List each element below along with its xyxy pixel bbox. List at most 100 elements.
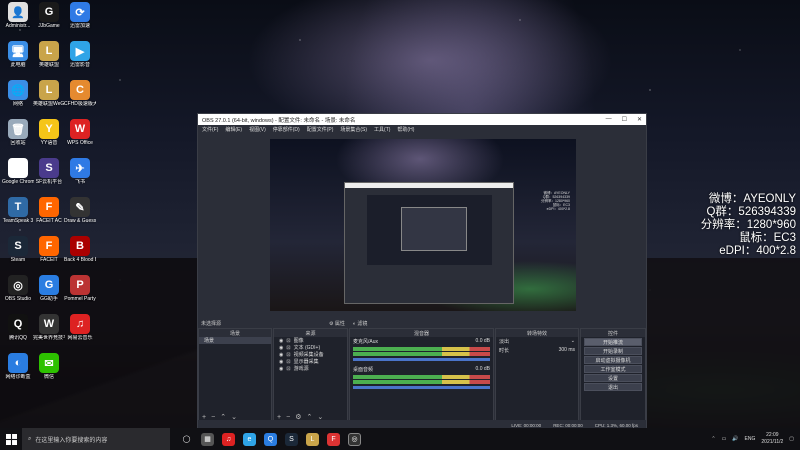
obs-preview[interactable]: 微博：AYEONLY Q群：526394339 分辨率：1280*960 鼠标：EC3… <box>270 139 576 311</box>
taskbar-app-icon[interactable]: Q <box>264 432 277 446</box>
desktop-icon[interactable]: ♫ 网易云音乐 <box>64 314 96 341</box>
desktop-icon[interactable]: ✉ 微信 <box>33 353 65 380</box>
duration-field[interactable]: 300 ms <box>559 347 575 354</box>
network-icon[interactable]: ▭ <box>722 436 727 442</box>
source-item[interactable]: ◉ ⊡ 图像 <box>274 337 347 345</box>
source-item[interactable]: ◉ ⊡ 视频采集设备 <box>274 351 347 359</box>
netease-music-icon[interactable]: ♫ <box>222 432 235 446</box>
desktop-icon[interactable]: 🗑 回收站 <box>2 119 34 146</box>
properties-button[interactable]: ⚙ 属性 <box>329 320 345 327</box>
obs-titlebar[interactable]: OBS 27.0.1 (64-bit, windows) - 配置文件: 未命名… <box>198 114 646 125</box>
volume-icon[interactable]: 🔊 <box>732 436 738 442</box>
source-item[interactable]: ◉ ⊡ 显示器采集 <box>274 358 347 366</box>
app-icon: T <box>8 197 28 217</box>
desktop-icon[interactable]: ✈ 飞书 <box>64 158 96 185</box>
transitions-dock[interactable]: 转场特效 淡出 ⌄ 时长 300 ms <box>495 328 579 423</box>
desktop-icon[interactable]: S SF云机平台 <box>33 158 65 185</box>
desktop-icon[interactable]: ⟳ 迅雷加速 <box>64 2 96 29</box>
desktop-icon[interactable]: T TeamSpeak 3 <box>2 197 34 224</box>
control-button[interactable]: 设置 <box>584 374 642 382</box>
taskbar-app-icon[interactable]: ▦ <box>201 432 214 446</box>
desktop-icon[interactable]: BBack 4 Blood Beta <box>64 236 96 263</box>
mixer-dock[interactable]: 混音器 麦克风/Aux 0.0 dB 桌面音频 0.0 dB <box>349 328 494 423</box>
desktop-icon-label: Administr... <box>5 23 31 29</box>
desktop-icon[interactable]: G JJbGame <box>33 2 65 29</box>
menu-item[interactable]: 视图(V) <box>249 126 266 133</box>
tray-chevron-icon[interactable]: ⌃ <box>711 436 715 442</box>
eye-icon[interactable]: ◉ <box>279 359 283 365</box>
desktop-icon[interactable]: L 英雄联盟 <box>33 41 65 68</box>
menu-item[interactable]: 场景集合(S) <box>340 126 367 133</box>
menu-item[interactable]: 工具(T) <box>374 126 390 133</box>
desktop-icon[interactable]: ◐ 网络诊断盒 <box>2 353 34 380</box>
control-button[interactable]: 开始推流 <box>584 338 642 346</box>
desktop-icon[interactable]: 👤 Administr... <box>2 2 34 29</box>
desktop-icon[interactable]: 🖥 此电脑 <box>2 41 34 68</box>
menu-item[interactable]: 编辑(E) <box>225 126 242 133</box>
scenes-dock[interactable]: 场景 场景 + − ⌃ ⌄ <box>198 328 272 423</box>
desktop-icon-label: 迅雷加速 <box>69 23 90 29</box>
desktop-icon[interactable]: ▶ 迅雷影音 <box>64 41 96 68</box>
desktop-icon[interactable]: ◎ OBS Studio <box>2 275 34 302</box>
obs-taskbar-icon[interactable]: ◎ <box>348 432 361 446</box>
menu-item[interactable]: 文件(F) <box>202 126 218 133</box>
menu-item[interactable]: 停靠部件(D) <box>273 126 300 133</box>
lock-icon[interactable]: ⊡ <box>286 345 290 351</box>
eye-icon[interactable]: ◉ <box>279 338 283 344</box>
eye-icon[interactable]: ◉ <box>279 352 283 358</box>
desktop-icon[interactable]: CCFHD极速版大厅 <box>64 80 96 107</box>
desktop-icon-label: 迅雷影音 <box>69 62 90 68</box>
maximize-icon[interactable]: ☐ <box>622 116 627 123</box>
controls-dock[interactable]: 控件 开始推流 开始录制 启动虚拟摄像机 工作室模式 设置 退出 <box>580 328 646 423</box>
control-button[interactable]: 退出 <box>584 383 642 391</box>
source-label: 图像 <box>293 338 304 344</box>
sources-dock[interactable]: 来源 ◉ ⊡ 图像 ◉ ⊡ 文本 (GDI+) ◉ ⊡ 视频采集设备 ◉ ⊡ 显示器采集 ◉ ⊡ 游戏源 +… <box>273 328 348 423</box>
desktop-icon[interactable]: S Steam <box>2 236 34 263</box>
control-button[interactable]: 启动虚拟摄像机 <box>584 356 642 364</box>
clock[interactable]: 22:09 2021/11/2 <box>761 432 783 446</box>
desktop-icon-label: 网络诊断盒 <box>5 374 31 380</box>
desktop-icon[interactable]: W WPS Office <box>64 119 96 146</box>
desktop-icon[interactable]: G GG助手 <box>33 275 65 302</box>
edge-icon[interactable]: e <box>243 432 256 446</box>
desktop-icon[interactable]: L英雄联盟WeGame版 <box>33 80 65 107</box>
desktop-icon[interactable]: F FACEIT AC <box>33 197 65 224</box>
source-item[interactable]: ◉ ⊡ 文本 (GDI+) <box>274 344 347 352</box>
language-indicator[interactable]: ENG <box>745 436 756 442</box>
control-button[interactable]: 开始录制 <box>584 347 642 355</box>
filters-button[interactable]: ◐ 滤镜 <box>353 320 367 327</box>
lock-icon[interactable]: ⊡ <box>286 352 290 358</box>
steam-icon[interactable]: S <box>285 432 298 446</box>
windows-start-icon[interactable] <box>0 433 22 445</box>
desktop-icon[interactable]: P Pommel Party <box>64 275 96 302</box>
desktop-icon[interactable]: Q 腾讯QQ <box>2 314 34 341</box>
lock-icon[interactable]: ⊡ <box>286 366 290 372</box>
desktop-icon[interactable]: F FACEIT <box>33 236 65 263</box>
scene-item[interactable]: 场景 <box>199 337 271 344</box>
menu-item[interactable]: 帮助(H) <box>397 126 414 133</box>
taskbar-app-icon[interactable]: F <box>327 432 340 446</box>
taskbar-search[interactable]: ⌕ 在这里输入你要搜索的内容 <box>22 428 170 450</box>
lock-icon[interactable]: ⊡ <box>286 359 290 365</box>
notification-icon[interactable]: ▢ <box>789 436 794 442</box>
task-view-icon[interactable]: ◯ <box>180 433 193 446</box>
close-icon[interactable]: ✕ <box>637 116 642 123</box>
desktop-icon[interactable]: ◉ Google Chrome <box>2 158 34 185</box>
lol-icon[interactable]: L <box>306 432 319 446</box>
desktop-icon[interactable]: W完美世界竞技平台 <box>33 314 65 341</box>
transition-select[interactable]: 淡出 <box>499 338 509 345</box>
desktop-icon[interactable]: ✎ Draw & Guess <box>64 197 96 224</box>
eye-icon[interactable]: ◉ <box>279 366 283 372</box>
volume-slider[interactable] <box>353 358 490 361</box>
eye-icon[interactable]: ◉ <box>279 345 283 351</box>
desktop-icon[interactable]: 🌐 网络 <box>2 80 34 107</box>
menu-item[interactable]: 配置文件(P) <box>307 126 334 133</box>
minimize-icon[interactable]: — <box>606 116 612 123</box>
desktop-icon[interactable]: Y YY语音 <box>33 119 65 146</box>
desktop-icon-label: Pommel Party <box>64 296 96 302</box>
obs-window[interactable]: OBS 27.0.1 (64-bit, windows) - 配置文件: 未命名… <box>197 113 647 431</box>
lock-icon[interactable]: ⊡ <box>286 338 290 344</box>
control-button[interactable]: 工作室模式 <box>584 365 642 373</box>
volume-slider[interactable] <box>353 386 490 389</box>
source-item[interactable]: ◉ ⊡ 游戏源 <box>274 365 347 373</box>
